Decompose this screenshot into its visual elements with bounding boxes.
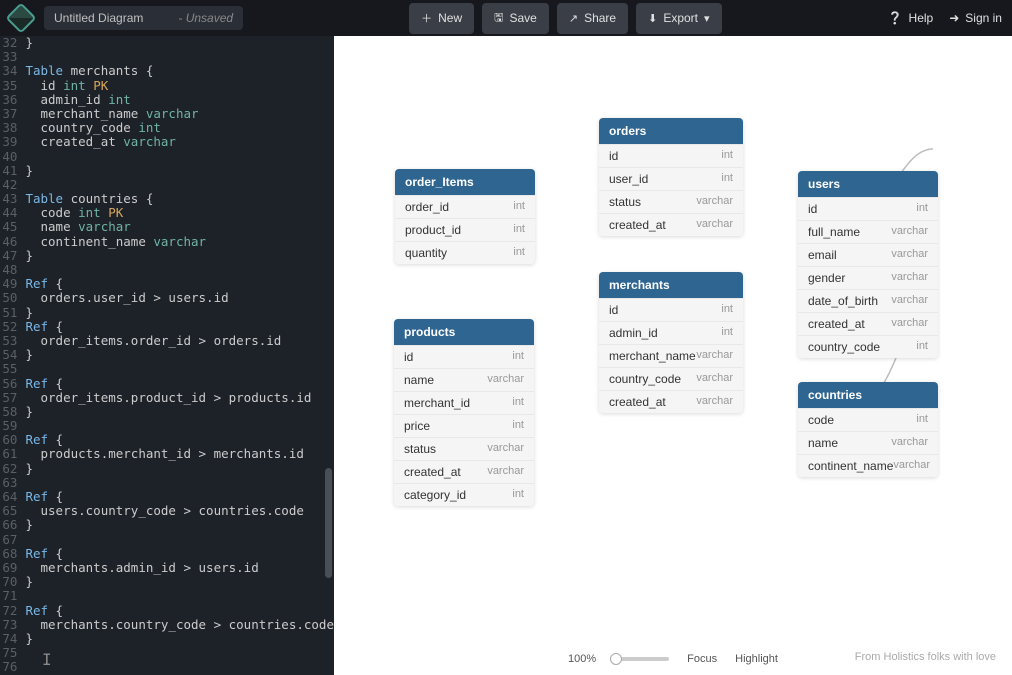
- table-column[interactable]: full_namevarchar: [798, 220, 938, 243]
- table-products[interactable]: productsidintnamevarcharmerchant_idintpr…: [394, 319, 534, 506]
- code-editor[interactable]: 3233343536373839404142434445464748495051…: [0, 36, 334, 675]
- zoom-label: 100%: [568, 653, 596, 665]
- table-column[interactable]: namevarchar: [394, 368, 534, 391]
- table-column[interactable]: idint: [798, 197, 938, 220]
- table-header[interactable]: order_Items: [395, 169, 535, 195]
- table-column[interactable]: created_atvarchar: [394, 460, 534, 483]
- save-icon: 🖫: [494, 9, 503, 28]
- table-column[interactable]: user_idint: [599, 167, 743, 190]
- signin-button[interactable]: ➜Sign in: [949, 11, 1002, 25]
- table-column[interactable]: statusvarchar: [599, 190, 743, 213]
- table-column[interactable]: continent_namevarchar: [798, 454, 938, 477]
- table-column[interactable]: country_codeint: [798, 335, 938, 358]
- scrollbar-thumb[interactable]: [325, 468, 332, 578]
- signin-icon: ➜: [949, 11, 959, 25]
- new-button[interactable]: ＋New: [409, 3, 474, 34]
- diagram-canvas[interactable]: order_Itemsorder_idintproduct_idintquant…: [334, 36, 1012, 675]
- focus-button[interactable]: Focus: [687, 653, 717, 665]
- editor-scrollbar[interactable]: [325, 36, 332, 675]
- table-header[interactable]: merchants: [599, 272, 743, 298]
- table-column[interactable]: merchant_idint: [394, 391, 534, 414]
- table-column[interactable]: admin_idint: [599, 321, 743, 344]
- table-column[interactable]: statusvarchar: [394, 437, 534, 460]
- table-header[interactable]: products: [394, 319, 534, 345]
- table-column[interactable]: quantityint: [395, 241, 535, 264]
- table-column[interactable]: category_idint: [394, 483, 534, 506]
- table-column[interactable]: codeint: [798, 408, 938, 431]
- code-area[interactable]: }Table merchants { id int PK admin_id in…: [23, 36, 334, 674]
- diagram-title: Untitled Diagram: [54, 11, 143, 25]
- table-column[interactable]: order_idint: [395, 195, 535, 218]
- table-countries[interactable]: countriescodeintnamevarcharcontinent_nam…: [798, 382, 938, 477]
- table-column[interactable]: priceint: [394, 414, 534, 437]
- table-column[interactable]: created_atvarchar: [599, 390, 743, 413]
- table-column[interactable]: merchant_namevarchar: [599, 344, 743, 367]
- zoom-slider[interactable]: [614, 657, 669, 661]
- table-column[interactable]: created_atvarchar: [798, 312, 938, 335]
- text-cursor-icon: I: [42, 650, 52, 669]
- credit-text: From Holistics folks with love: [855, 651, 996, 663]
- highlight-button[interactable]: Highlight: [735, 653, 778, 665]
- plus-icon: ＋: [421, 10, 432, 26]
- share-button[interactable]: ↗Share: [557, 3, 628, 34]
- topbar: Untitled Diagram - Unsaved ＋New 🖫Save ↗S…: [0, 0, 1012, 36]
- help-button[interactable]: ❔Help: [888, 11, 934, 25]
- table-column[interactable]: idint: [599, 144, 743, 167]
- table-order_Items[interactable]: order_Itemsorder_idintproduct_idintquant…: [395, 169, 535, 264]
- table-header[interactable]: orders: [599, 118, 743, 144]
- table-column[interactable]: product_idint: [395, 218, 535, 241]
- table-column[interactable]: namevarchar: [798, 431, 938, 454]
- table-column[interactable]: idint: [599, 298, 743, 321]
- table-users[interactable]: usersidintfull_namevarcharemailvarcharge…: [798, 171, 938, 358]
- table-column[interactable]: idint: [394, 345, 534, 368]
- zoom-knob[interactable]: [610, 653, 622, 665]
- help-icon: ❔: [888, 11, 903, 25]
- download-icon: ⬇: [648, 12, 657, 25]
- export-button[interactable]: ⬇Export▾: [636, 3, 721, 34]
- table-column[interactable]: date_of_birthvarchar: [798, 289, 938, 312]
- save-button[interactable]: 🖫Save: [482, 3, 549, 34]
- save-status: - Unsaved: [178, 11, 233, 25]
- chevron-down-icon: ▾: [704, 12, 710, 25]
- share-icon: ↗: [569, 12, 578, 25]
- table-column[interactable]: emailvarchar: [798, 243, 938, 266]
- table-header[interactable]: countries: [798, 382, 938, 408]
- table-column[interactable]: country_codevarchar: [599, 367, 743, 390]
- line-gutter: 3233343536373839404142434445464748495051…: [0, 36, 23, 674]
- table-column[interactable]: gendervarchar: [798, 266, 938, 289]
- table-header[interactable]: users: [798, 171, 938, 197]
- table-column[interactable]: created_atvarchar: [599, 213, 743, 236]
- table-orders[interactable]: ordersidintuser_idintstatusvarcharcreate…: [599, 118, 743, 236]
- table-merchants[interactable]: merchantsidintadmin_idintmerchant_nameva…: [599, 272, 743, 413]
- logo-icon: [5, 2, 36, 33]
- diagram-title-area[interactable]: Untitled Diagram - Unsaved: [44, 6, 243, 30]
